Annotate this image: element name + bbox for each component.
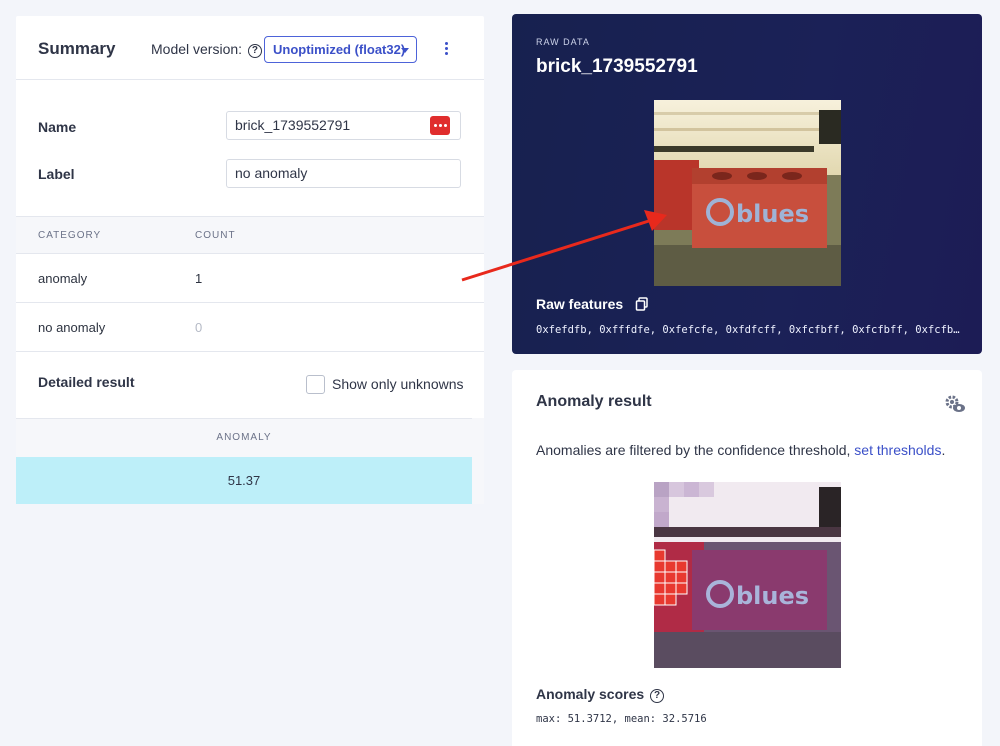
scrollbar[interactable] [472,418,484,504]
help-icon[interactable]: ? [650,689,665,703]
model-version-value: Unoptimized (float32) [273,42,406,57]
description-period: . [941,442,946,458]
anomaly-scores-text: Anomaly scores [536,686,645,702]
name-field[interactable]: brick_1739552791 [226,111,461,140]
anomaly-column-header: ANOMALY [216,432,272,443]
label-label: Label [38,166,75,182]
anomaly-scores-values: max: 51.3712, mean: 32.5716 [536,713,707,725]
raw-data-kicker: RAW DATA [536,37,590,47]
table-row[interactable]: no anomaly 0 [16,303,484,352]
gear-eye-icon[interactable] [944,394,966,414]
raw-features-values: 0xfefdfb, 0xfffdfe, 0xfefcfe, 0xfdfcff, … [536,324,961,336]
anomaly-result-title: Anomaly result [536,393,652,410]
raw-data-card: RAW DATA brick_1739552791 blues Raw feat… [512,14,982,354]
anomaly-scores-label: Anomaly scores ? [536,686,665,703]
anomaly-result-card: Anomaly result Anomalies are filtered by… [512,370,982,746]
anomaly-table-header: ANOMALY [16,418,472,457]
raw-image-logo: blues [736,200,809,228]
caret-down-icon [401,48,409,53]
label-value: no anomaly [235,165,308,181]
category-cell: anomaly [38,271,88,286]
help-icon[interactable]: ? [247,44,262,58]
category-cell: no anomaly [38,320,106,335]
show-unknowns-checkbox[interactable] [306,375,325,394]
table-row[interactable]: anomaly 1 [16,254,484,303]
anomaly-result-row[interactable]: 51.37 [16,457,472,504]
count-cell: 1 [195,271,203,286]
raw-image: blues [654,100,841,286]
show-unknowns-label[interactable]: Show only unknowns [332,376,464,392]
category-table-header: CATEGORY COUNT [16,216,484,254]
category-column-header: CATEGORY [38,230,102,241]
model-version-select[interactable]: Unoptimized (float32) [264,36,417,63]
count-cell: 0 [195,320,203,335]
raw-data-title: brick_1739552791 [536,56,698,77]
set-thresholds-link[interactable]: set thresholds [854,442,941,458]
copy-icon[interactable] [635,297,649,311]
summary-header: Summary Model version: ? Unoptimized (fl… [16,16,484,80]
name-label: Name [38,119,77,135]
anomaly-description: Anomalies are filtered by the confidence… [536,442,945,458]
anomaly-description-text: Anomalies are filtered by the confidence… [536,442,855,458]
raw-features-label: Raw features [536,296,624,312]
anomaly-image-logo: blues [736,582,809,610]
label-field[interactable]: no anomaly [226,159,461,188]
summary-card: Summary Model version: ? Unoptimized (fl… [16,16,484,504]
dots-button[interactable] [430,116,450,135]
name-value: brick_1739552791 [235,117,351,133]
model-version-text: Model version: [151,41,243,57]
count-column-header: COUNT [195,230,236,241]
model-version-label: Model version: ? [151,41,262,58]
detailed-result-title: Detailed result [38,374,135,390]
summary-title: Summary [38,39,116,58]
more-options-icon[interactable] [443,42,449,56]
anomaly-heatmap-image: blues [654,482,841,668]
